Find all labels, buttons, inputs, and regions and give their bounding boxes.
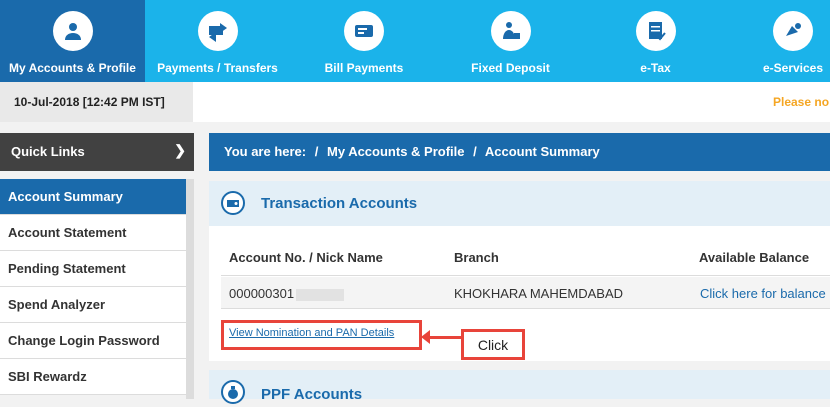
panel-header: Transaction Accounts <box>209 181 830 226</box>
annotation-callout: Click <box>461 329 525 360</box>
money-bag-icon <box>221 380 245 404</box>
tax-icon <box>635 11 676 51</box>
column-header: Available Balance <box>699 250 810 265</box>
session-datetime: 10-Jul-2018 [12:42 PM IST] <box>0 82 193 122</box>
notice-bar <box>193 82 830 122</box>
annotation-highlight-box <box>221 320 422 350</box>
nav-label: Payments / Transfers <box>157 61 278 75</box>
nav-e-services[interactable]: e-Services <box>728 0 830 82</box>
deposit-icon <box>490 11 531 51</box>
nav-label: e-Tax <box>640 61 671 75</box>
sidebar-item-change-login-password[interactable]: Change Login Password <box>0 323 186 359</box>
nav-bill-payments[interactable]: Bill Payments <box>290 0 438 82</box>
breadcrumb-item: Account Summary <box>484 144 600 159</box>
panel-title: PPF Accounts <box>261 386 363 403</box>
sidebar-item-account-summary[interactable]: Account Summary <box>0 179 186 215</box>
top-navigation: My Accounts & Profile Payments / Transfe… <box>0 0 830 82</box>
divider <box>221 275 830 276</box>
sidebar-item-spend-analyzer[interactable]: Spend Analyzer <box>0 287 186 323</box>
sidebar-scrollbar[interactable] <box>186 179 194 399</box>
column-header: Branch <box>454 250 499 265</box>
nav-label: Fixed Deposit <box>471 61 550 75</box>
breadcrumb-item[interactable]: My Accounts & Profile <box>327 144 464 159</box>
user-icon <box>52 11 93 51</box>
redacted-block <box>296 288 345 301</box>
nav-e-tax[interactable]: e-Tax <box>583 0 728 82</box>
arrow-left-icon <box>421 330 430 344</box>
panel-title: Transaction Accounts <box>261 195 418 212</box>
nav-my-accounts[interactable]: My Accounts & Profile <box>0 0 145 82</box>
breadcrumb-prefix: You are here: <box>224 144 307 159</box>
ppf-accounts-panel: PPF Accounts <box>209 370 830 404</box>
nav-fixed-deposit[interactable]: Fixed Deposit <box>438 0 583 82</box>
sidebar-item-pending-statement[interactable]: Pending Statement <box>0 251 186 287</box>
notice-text: Please no <box>773 95 830 109</box>
quick-links-toggle[interactable]: Quick Links ❯ <box>0 133 194 171</box>
breadcrumb: You are here: / My Accounts & Profile / … <box>209 133 830 171</box>
account-number: 000000301 <box>229 286 345 301</box>
nav-label: e-Services <box>762 61 824 75</box>
services-icon <box>773 11 813 51</box>
bill-icon <box>344 11 384 51</box>
chevron-right-icon: ❯ <box>174 142 186 158</box>
sidebar-menu: Account Summary Account Statement Pendin… <box>0 179 186 395</box>
sidebar-item-account-statement[interactable]: Account Statement <box>0 215 186 251</box>
sidebar-item-sbi-rewardz[interactable]: SBI Rewardz <box>0 359 186 395</box>
quick-links-label: Quick Links <box>11 144 85 159</box>
nav-payments-transfers[interactable]: Payments / Transfers <box>145 0 290 82</box>
transfer-icon <box>197 11 238 51</box>
breadcrumb-separator: / <box>473 144 477 159</box>
column-header: Account No. / Nick Name <box>229 250 383 265</box>
branch-name: KHOKHARA MAHEMDABAD <box>454 286 624 301</box>
nav-label: Bill Payments <box>324 61 404 75</box>
balance-link[interactable]: Click here for balance <box>700 286 826 301</box>
wallet-icon <box>221 191 245 215</box>
nav-label: My Accounts & Profile <box>9 61 136 75</box>
breadcrumb-separator: / <box>314 144 319 159</box>
